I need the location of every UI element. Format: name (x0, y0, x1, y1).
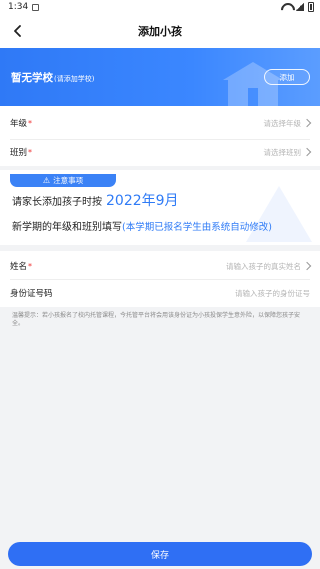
status-bar: 1:34 (0, 0, 320, 14)
grade-required-mark: * (28, 119, 33, 128)
id-card-placeholder: 请输入孩子的身份证号 (235, 288, 310, 298)
name-label-text: 姓名 (10, 262, 28, 272)
class-select[interactable]: 班别* 请选择班别 (0, 137, 320, 167)
school-hint: (请添加学校) (54, 75, 95, 83)
notice-badge: ⚠ 注意事项 (10, 174, 116, 187)
school-name-text: 暂无学校 (11, 72, 53, 84)
name-placeholder: 请输入孩子的真实姓名 (226, 261, 301, 271)
nav-bar: 添加小孩 (0, 14, 320, 48)
notice-line-1-text: 请家长添加孩子时按 (12, 197, 102, 208)
warning-icon: ⚠ (42, 175, 51, 185)
save-button[interactable]: 保存 (8, 542, 312, 566)
grade-label: 年级* (10, 117, 32, 129)
battery-icon (308, 2, 314, 12)
wifi-icon (281, 3, 291, 11)
class-value: 请选择班别 (263, 147, 312, 158)
id-card-input[interactable]: 请输入孩子的身份证号 (235, 288, 310, 299)
notice-line-2-note: (本学期已报名学生由系统自动修改) (122, 222, 272, 233)
status-time: 1:34 (8, 2, 29, 12)
name-required-mark: * (28, 262, 33, 271)
add-school-button[interactable]: 添加 (264, 69, 310, 85)
grade-value: 请选择年级 (263, 118, 312, 129)
decoration-icon (246, 186, 312, 242)
notice-badge-label: 注意事项 (53, 176, 84, 185)
class-required-mark: * (28, 148, 33, 157)
name-label: 姓名* (10, 260, 32, 272)
notice-card: ⚠ 注意事项 请家长添加孩子时按 2022年9月 新学期的年级和班别填写(本学期… (0, 170, 320, 245)
signal-icon (295, 3, 304, 11)
notice-line-2: 新学期的年级和班别填写(本学期已报名学生由系统自动修改) (12, 218, 272, 233)
chevron-right-icon (302, 147, 312, 157)
grade-placeholder: 请选择年级 (263, 118, 302, 128)
notification-icon (32, 3, 40, 11)
grade-class-card: 年级* 请选择年级 班别* 请选择班别 (0, 106, 320, 166)
chevron-left-icon (14, 25, 21, 37)
class-placeholder: 请选择班别 (263, 147, 302, 157)
name-field[interactable]: 姓名* 请输入孩子的真实姓名 (0, 251, 320, 281)
chevron-right-icon (302, 261, 312, 271)
child-info-card: 姓名* 请输入孩子的真实姓名 身份证号码 请输入孩子的身份证号 (0, 251, 320, 307)
grade-select[interactable]: 年级* 请选择年级 (0, 108, 320, 138)
class-label-text: 班别 (10, 148, 28, 158)
page-title: 添加小孩 (138, 25, 182, 38)
warm-tip: 温馨提示：若小孩报名了校内托管课程，今托管平台将会用该身份证为小孩投保学生意外险… (12, 312, 301, 328)
back-button[interactable] (6, 19, 30, 43)
notice-line-2-text: 新学期的年级和班别填写 (12, 222, 122, 233)
notice-date: 2022年9月 (106, 193, 179, 209)
chevron-right-icon (302, 118, 312, 128)
class-label: 班别* (10, 146, 32, 158)
school-banner: 暂无学校(请添加学校) 添加 (0, 48, 320, 106)
name-input[interactable]: 请输入孩子的真实姓名 (226, 261, 312, 272)
id-card-field[interactable]: 身份证号码 请输入孩子的身份证号 (0, 278, 320, 308)
notice-line-1: 请家长添加孩子时按 2022年9月 (12, 190, 179, 210)
grade-label-text: 年级 (10, 119, 28, 129)
id-card-label: 身份证号码 (10, 289, 53, 299)
school-name: 暂无学校(请添加学校) (11, 70, 94, 85)
